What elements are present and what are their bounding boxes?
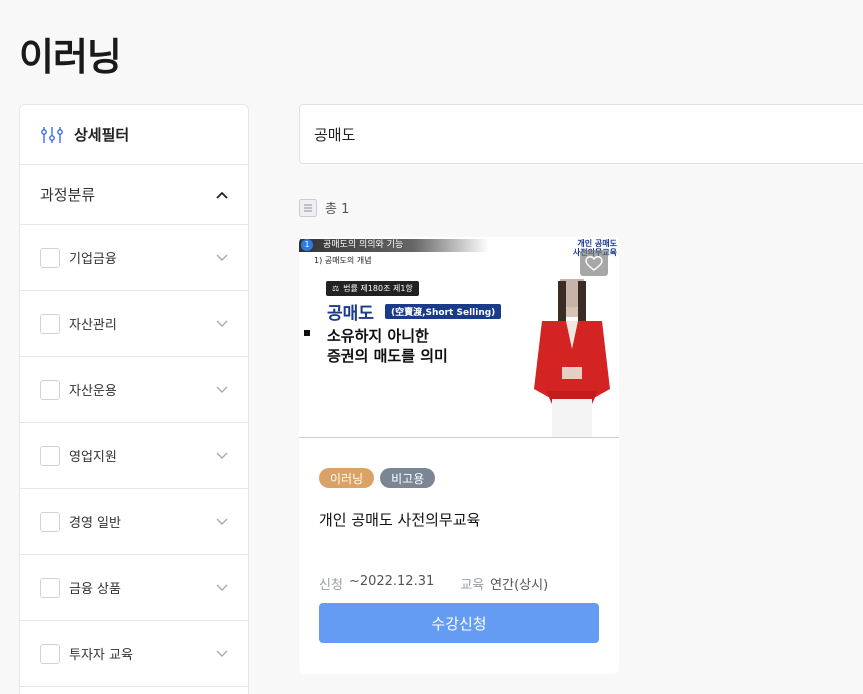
course-badges: 이러닝 비고용 xyxy=(319,468,436,488)
gavel-icon: ⚖ xyxy=(332,284,340,293)
favorite-button[interactable] xyxy=(580,250,608,276)
thumb-keyword-sub: (空賣渡,Short Selling) xyxy=(385,304,502,319)
category-checkbox[interactable] xyxy=(40,379,60,400)
thumb-corner-line1: 개인 공매도 xyxy=(577,239,617,248)
badge-elearning: 이러닝 xyxy=(319,468,375,488)
apply-period-value: ~2022.12.31 xyxy=(348,574,435,589)
edu-period-value: 연간(상시) xyxy=(490,578,549,593)
thumb-banner-text: 공매도의 의의와 기능 xyxy=(323,240,404,250)
filter-sidebar: 상세필터 과정분류 기업금융 자산관리 자산운용 영업지원 경영 일반 금융 상… xyxy=(19,104,249,694)
category-label: 영업지원 xyxy=(69,450,117,465)
search-value: 공매도 xyxy=(314,125,356,144)
apply-period-key: 신청 xyxy=(319,578,343,593)
category-item-financial-products[interactable]: 금융 상품 xyxy=(20,555,248,621)
category-item-general-management[interactable]: 경영 일반 xyxy=(20,489,248,555)
badge-type: 비고용 xyxy=(380,468,436,488)
thumb-subtitle: 1) 공매도의 개념 xyxy=(314,256,372,265)
category-checkbox[interactable] xyxy=(40,577,60,598)
course-thumbnail[interactable]: 1 공매도의 의의와 기능 1) 공매도의 개념 개인 공매도 사전의무교육 ⚖… xyxy=(299,237,619,438)
presenter-image-icon xyxy=(534,279,610,437)
filter-header: 상세필터 xyxy=(20,105,248,165)
chevron-down-icon[interactable] xyxy=(216,518,228,526)
search-input[interactable]: 공매도 xyxy=(299,104,863,164)
chevron-down-icon[interactable] xyxy=(216,386,228,394)
result-count: 총 1 xyxy=(299,198,349,217)
category-item-asset-management[interactable]: 자산관리 xyxy=(20,291,248,357)
chevron-up-icon xyxy=(216,191,228,199)
filter-title: 상세필터 xyxy=(74,126,130,144)
category-item-corporate-finance[interactable]: 기업금융 xyxy=(20,225,248,291)
category-checkbox[interactable] xyxy=(40,313,60,334)
thumb-law-tag: ⚖ 법률 제180조 제1항 xyxy=(326,281,419,296)
chevron-down-icon[interactable] xyxy=(216,650,228,658)
category-label: 금융 상품 xyxy=(69,582,121,597)
category-checkbox[interactable] xyxy=(40,247,60,268)
chevron-down-icon[interactable] xyxy=(216,320,228,328)
edu-period-key: 교육 xyxy=(460,578,485,593)
category-item-asset-operation[interactable]: 자산운용 xyxy=(20,357,248,423)
category-group-toggle[interactable]: 과정분류 xyxy=(20,165,248,225)
filter-sliders-icon xyxy=(41,126,63,143)
course-title[interactable]: 개인 공매도 사전의무교육 xyxy=(319,509,480,530)
thumb-keyword: 공매도 xyxy=(327,304,374,324)
thumb-banner-number: 1 xyxy=(301,239,313,251)
heart-icon xyxy=(585,256,603,271)
category-label: 경영 일반 xyxy=(69,516,121,531)
chevron-down-icon[interactable] xyxy=(216,254,228,262)
page-title: 이러닝 xyxy=(19,35,122,79)
category-label: 투자자 교육 xyxy=(69,648,133,663)
chevron-down-icon[interactable] xyxy=(216,452,228,460)
thumb-desc-line1: 소유하지 아니한 xyxy=(327,327,429,345)
category-checkbox[interactable] xyxy=(40,511,60,532)
category-checkbox[interactable] xyxy=(40,445,60,466)
category-item-investor-education[interactable]: 투자자 교육 xyxy=(20,621,248,687)
thumb-law-text: 법률 제180조 제1항 xyxy=(343,284,413,293)
thumb-bullet-icon xyxy=(304,330,310,336)
category-item-sales-support[interactable]: 영업지원 xyxy=(20,423,248,489)
course-meta: 신청 ~2022.12.31 교육 연간(상시) xyxy=(319,574,548,593)
category-label: 자산운용 xyxy=(69,384,117,399)
course-card[interactable]: 1 공매도의 의의와 기능 1) 공매도의 개념 개인 공매도 사전의무교육 ⚖… xyxy=(299,237,619,674)
category-label: 자산관리 xyxy=(69,318,117,333)
category-group-label: 과정분류 xyxy=(40,186,96,204)
enroll-button[interactable]: 수강신청 xyxy=(319,603,599,643)
category-checkbox[interactable] xyxy=(40,643,60,664)
category-label: 기업금융 xyxy=(69,252,117,267)
list-icon xyxy=(299,198,317,217)
result-count-label: 총 1 xyxy=(325,202,350,217)
chevron-down-icon[interactable] xyxy=(216,584,228,592)
thumb-desc-line2: 증권의 매도를 의미 xyxy=(327,347,448,365)
